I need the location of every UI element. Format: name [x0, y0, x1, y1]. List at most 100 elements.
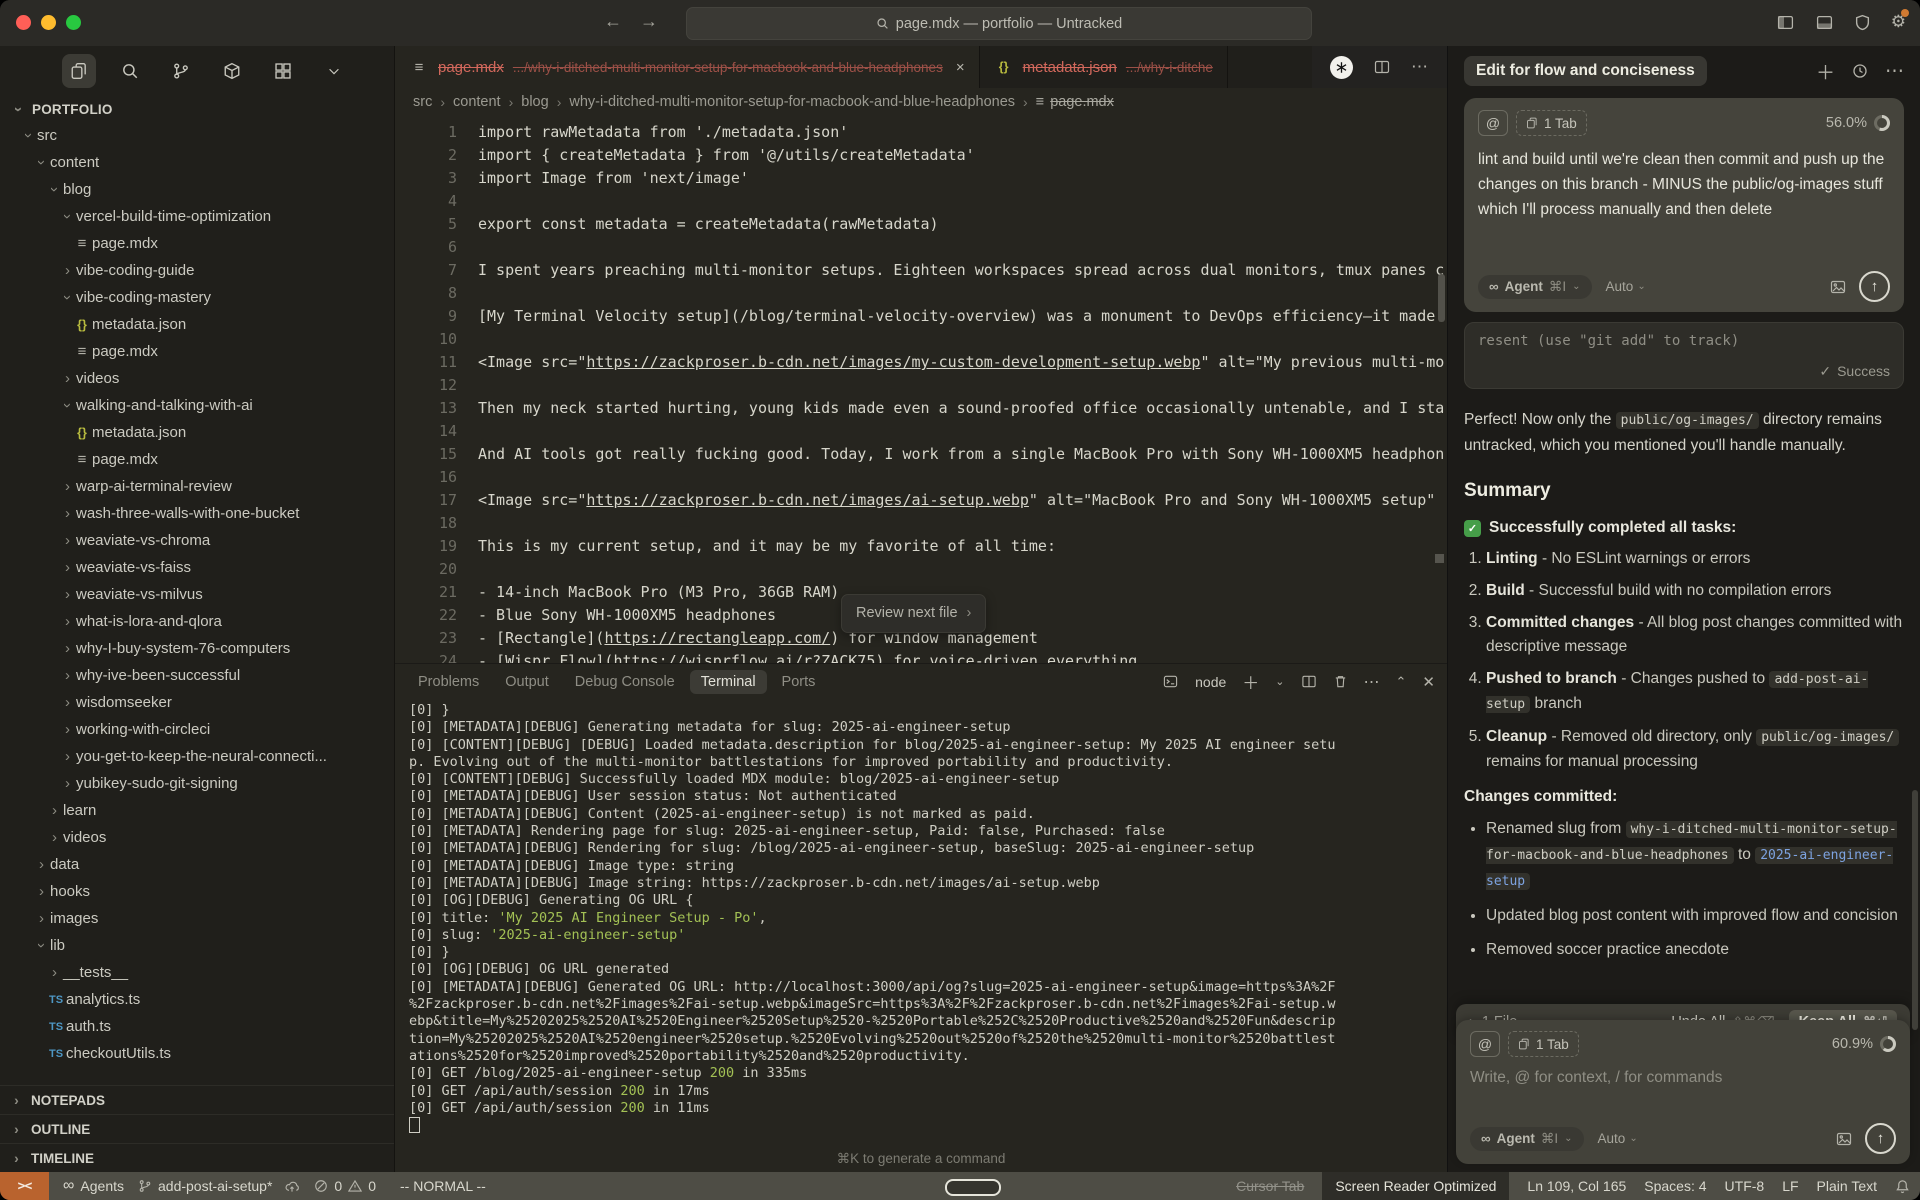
- chevron-collapsed-icon[interactable]: ›: [59, 262, 76, 279]
- user-message-text[interactable]: lint and build until we're clean then co…: [1478, 147, 1890, 222]
- shield-icon[interactable]: [1854, 14, 1871, 31]
- encoding-item[interactable]: UTF-8: [1725, 1178, 1765, 1194]
- history-icon[interactable]: [1852, 63, 1868, 79]
- chevron-expanded-icon[interactable]: ›: [20, 127, 37, 144]
- chevron-collapsed-icon[interactable]: ›: [46, 964, 63, 981]
- maximize-panel-icon[interactable]: ⌃: [1396, 674, 1407, 690]
- new-chat-icon[interactable]: ＋: [1816, 58, 1835, 85]
- tree-item-metadata-json[interactable]: {}metadata.json: [0, 419, 394, 446]
- openai-logo-icon[interactable]: [1330, 56, 1353, 79]
- new-terminal-icon[interactable]: ＋: [1242, 669, 1259, 694]
- send-button[interactable]: ↑: [1859, 271, 1890, 302]
- cursor-tab-toggle[interactable]: Cursor Tab: [1236, 1178, 1304, 1194]
- sidebar-section-portfolio[interactable]: › PORTFOLIO: [0, 96, 394, 122]
- tree-item-videos[interactable]: ›videos: [0, 365, 394, 392]
- chevron-collapsed-icon[interactable]: ›: [33, 856, 50, 873]
- breadcrumb[interactable]: src›content›blog›why-i-ditched-multi-mon…: [395, 88, 1447, 116]
- indentation-item[interactable]: Spaces: 4: [1644, 1178, 1706, 1194]
- breadcrumb-part[interactable]: src: [413, 94, 432, 110]
- tree-item-vibe-coding-mastery[interactable]: ›vibe-coding-mastery: [0, 284, 394, 311]
- tree-item-learn[interactable]: ›learn: [0, 797, 394, 824]
- chat-input-placeholder[interactable]: Write, @ for context, / for commands: [1470, 1069, 1896, 1087]
- chevron-collapsed-icon[interactable]: ›: [59, 694, 76, 711]
- tree-item-src[interactable]: ›src: [0, 122, 394, 149]
- attach-image-icon[interactable]: [1835, 1131, 1853, 1147]
- editor-scrollbar-thumb[interactable]: [1438, 274, 1445, 322]
- chevron-collapsed-icon[interactable]: ›: [33, 883, 50, 900]
- chevron-down-icon[interactable]: [317, 54, 351, 88]
- chevron-collapsed-icon[interactable]: ›: [59, 586, 76, 603]
- chevron-expanded-icon[interactable]: ›: [33, 937, 50, 954]
- tree-item-page-mdx[interactable]: ≡page.mdx: [0, 446, 394, 473]
- tree-item-why-ive-been-successful[interactable]: ›why-ive-been-successful: [0, 662, 394, 689]
- sidebar-section-notepads[interactable]: ›NOTEPADS: [0, 1085, 394, 1114]
- chat-scrollbar-thumb[interactable]: [1912, 790, 1918, 1030]
- tree-item-you-get-to-keep-the-neural-connecti-[interactable]: ›you-get-to-keep-the-neural-connecti...: [0, 743, 394, 770]
- tree-item-analytics-ts[interactable]: TSanalytics.ts: [0, 986, 394, 1013]
- chevron-expanded-icon[interactable]: ›: [33, 154, 50, 171]
- tree-item-videos[interactable]: ›videos: [0, 824, 394, 851]
- more-actions-icon[interactable]: ⋯: [1411, 57, 1429, 77]
- tree-item-working-with-circleci[interactable]: ›working-with-circleci: [0, 716, 394, 743]
- editor-tab-metadata-json[interactable]: {}metadata.json.../why-i-ditche: [980, 46, 1228, 88]
- chevron-collapsed-icon[interactable]: ›: [59, 613, 76, 630]
- tree-item--tests-[interactable]: ›__tests__: [0, 959, 394, 986]
- git-branch-item[interactable]: add-post-ai-setup*: [138, 1178, 300, 1194]
- panel-more-icon[interactable]: ⋯: [1364, 672, 1380, 692]
- settings-gear-icon[interactable]: ⚙: [1891, 12, 1906, 32]
- tab-context-pill[interactable]: 1 Tab: [1516, 110, 1587, 136]
- review-next-file-button[interactable]: Review next file ›: [841, 594, 986, 633]
- chevron-collapsed-icon[interactable]: ›: [59, 721, 76, 738]
- breadcrumb-file[interactable]: ≡page.mdx: [1036, 94, 1114, 110]
- toggle-primary-sidebar-icon[interactable]: [1776, 14, 1795, 31]
- chevron-collapsed-icon[interactable]: ›: [59, 667, 76, 684]
- tree-item-what-is-lora-and-qlora[interactable]: ›what-is-lora-and-qlora: [0, 608, 394, 635]
- send-button[interactable]: ↑: [1865, 1123, 1896, 1154]
- nav-forward-button[interactable]: →: [640, 11, 658, 32]
- tree-item-hooks[interactable]: ›hooks: [0, 878, 394, 905]
- add-context-button[interactable]: @: [1478, 110, 1508, 136]
- tree-item-data[interactable]: ›data: [0, 851, 394, 878]
- tree-item-weaviate-vs-milvus[interactable]: ›weaviate-vs-milvus: [0, 581, 394, 608]
- tree-item-warp-ai-terminal-review[interactable]: ›warp-ai-terminal-review: [0, 473, 394, 500]
- editor-tab-page-mdx[interactable]: ≡page.mdx.../why-i-ditched-multi-monitor…: [395, 46, 980, 88]
- minimize-window-button[interactable]: [41, 15, 56, 30]
- panel-tab-debug-console[interactable]: Debug Console: [564, 670, 686, 694]
- chevron-collapsed-icon[interactable]: ›: [59, 505, 76, 522]
- panel-tab-output[interactable]: Output: [494, 670, 560, 694]
- tree-item-weaviate-vs-chroma[interactable]: ›weaviate-vs-chroma: [0, 527, 394, 554]
- panel-tab-problems[interactable]: Problems: [407, 670, 490, 694]
- tree-item-metadata-json[interactable]: {}metadata.json: [0, 311, 394, 338]
- user-message-card[interactable]: @ 1 Tab 56.0% lint and build until we're…: [1464, 98, 1904, 312]
- chat-more-icon[interactable]: ⋯: [1885, 60, 1904, 83]
- tree-item-page-mdx[interactable]: ≡page.mdx: [0, 338, 394, 365]
- tree-item-vibe-coding-guide[interactable]: ›vibe-coding-guide: [0, 257, 394, 284]
- tree-item-checkoututils-ts[interactable]: TScheckoutUtils.ts: [0, 1040, 394, 1067]
- tree-item-yubikey-sudo-git-signing[interactable]: ›yubikey-sudo-git-signing: [0, 770, 394, 797]
- chevron-collapsed-icon[interactable]: ›: [59, 775, 76, 792]
- close-window-button[interactable]: [16, 15, 31, 30]
- terminal-output[interactable]: [0] }[0] [METADATA][DEBUG] Generating me…: [395, 699, 1447, 1145]
- split-terminal-icon[interactable]: [1301, 674, 1317, 689]
- sidebar-section-outline[interactable]: ›OUTLINE: [0, 1114, 394, 1143]
- layout-grid-icon[interactable]: [266, 54, 300, 88]
- panel-tab-terminal[interactable]: Terminal: [690, 670, 767, 694]
- tree-item-why-i-buy-system-76-computers[interactable]: ›why-I-buy-system-76-computers: [0, 635, 394, 662]
- breadcrumb-part[interactable]: content: [453, 94, 501, 110]
- code-editor[interactable]: 1import rawMetadata from './metadata.jso…: [395, 116, 1447, 663]
- eol-item[interactable]: LF: [1782, 1178, 1798, 1194]
- close-panel-icon[interactable]: ✕: [1422, 673, 1435, 691]
- tree-item-images[interactable]: ›images: [0, 905, 394, 932]
- tab-context-pill[interactable]: 1 Tab: [1508, 1031, 1579, 1057]
- tree-item-wash-three-walls-with-one-bucket[interactable]: ›wash-three-walls-with-one-bucket: [0, 500, 394, 527]
- tree-item-walking-and-talking-with-ai[interactable]: ›walking-and-talking-with-ai: [0, 392, 394, 419]
- chat-scroll-area[interactable]: Edit for flow and conciseness ＋ ⋯ @: [1448, 46, 1920, 1032]
- agent-mode-selector[interactable]: ∞ Agent ⌘I ⌄: [1478, 275, 1592, 299]
- tree-item-vercel-build-time-optimization[interactable]: ›vercel-build-time-optimization: [0, 203, 394, 230]
- shell-label[interactable]: node: [1195, 674, 1226, 690]
- chevron-expanded-icon[interactable]: ›: [46, 181, 63, 198]
- chevron-expanded-icon[interactable]: ›: [59, 397, 76, 414]
- chevron-collapsed-icon[interactable]: ›: [59, 748, 76, 765]
- split-editor-icon[interactable]: [1373, 59, 1391, 75]
- tree-item-content[interactable]: ›content: [0, 149, 394, 176]
